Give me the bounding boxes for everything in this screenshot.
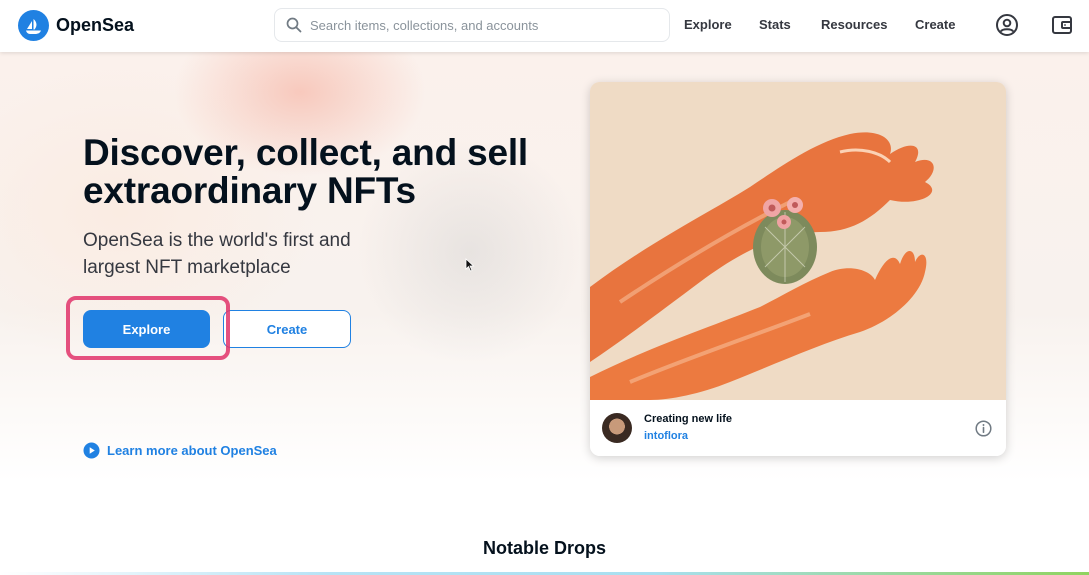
search-input[interactable] <box>275 9 669 41</box>
hero-section: Discover, collect, and sell extraordinar… <box>0 52 1089 482</box>
featured-artwork <box>590 82 1006 400</box>
nav-create[interactable]: Create <box>915 17 955 32</box>
search-icon <box>286 17 302 33</box>
nav-explore[interactable]: Explore <box>684 17 732 32</box>
mouse-cursor-icon <box>465 258 475 272</box>
nav-resources[interactable]: Resources <box>821 17 887 32</box>
top-header: OpenSea Explore Stats Resources Create <box>0 0 1089 52</box>
featured-card-footer: Creating new life intoflora <box>590 400 1006 456</box>
learn-more-label: Learn more about OpenSea <box>107 443 277 458</box>
search-bar <box>274 8 670 42</box>
wallet-icon[interactable] <box>1050 13 1074 37</box>
opensea-logo-icon <box>18 10 49 41</box>
opensea-logo[interactable]: OpenSea <box>18 10 134 41</box>
featured-nft-title: Creating new life <box>644 413 733 425</box>
hero-title: Discover, collect, and sell extraordinar… <box>83 132 528 211</box>
creator-avatar[interactable] <box>602 413 632 443</box>
featured-nft-card[interactable]: Creating new life intoflora <box>590 82 1006 456</box>
info-icon[interactable] <box>975 420 992 437</box>
featured-nft-author[interactable]: intoflora <box>644 430 688 442</box>
hero-subtitle: OpenSea is the world's first and largest… <box>83 230 351 278</box>
create-button[interactable]: Create <box>223 310 351 348</box>
nav-stats[interactable]: Stats <box>759 17 791 32</box>
profile-icon[interactable] <box>995 13 1019 37</box>
brand-name: OpenSea <box>56 15 135 35</box>
explore-highlight-annotation <box>66 296 230 360</box>
play-circle-icon <box>83 442 100 459</box>
learn-more-link[interactable]: Learn more about OpenSea <box>83 442 277 459</box>
notable-drops-heading: Notable Drops <box>482 538 606 558</box>
